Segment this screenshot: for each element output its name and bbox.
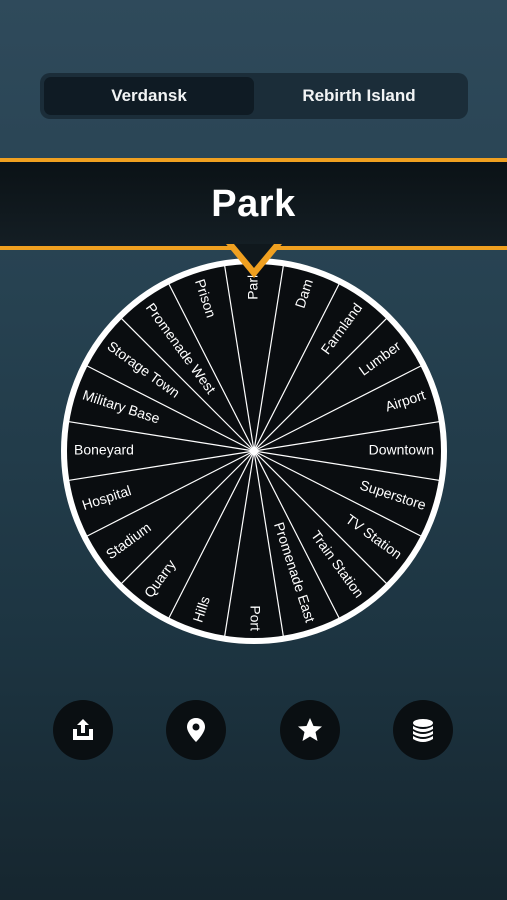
tab-rebirth-island[interactable]: Rebirth Island — [254, 77, 464, 115]
wheel-segment-label: Port — [247, 605, 263, 631]
share-button[interactable] — [53, 700, 113, 760]
star-icon — [298, 718, 322, 741]
wheel-segment-label: Downtown — [369, 442, 434, 458]
location-pin-icon — [187, 718, 205, 742]
spin-wheel[interactable]: Park DamFarmlandLumberAirportDowntownSupe… — [60, 257, 448, 645]
result-banner: Park — [0, 158, 507, 250]
coins-button[interactable] — [393, 700, 453, 760]
wheel-pointer — [226, 244, 282, 278]
tab-verdansk[interactable]: Verdansk — [44, 77, 254, 115]
favorites-button[interactable] — [280, 700, 340, 760]
wheel-hub — [250, 447, 258, 455]
location-button[interactable] — [166, 700, 226, 760]
share-icon — [73, 719, 93, 740]
map-selector: Verdansk Rebirth Island — [40, 73, 468, 119]
coin-stack-icon — [413, 719, 433, 742]
result-label: Park — [211, 182, 296, 225]
wheel-segment-label: Boneyard — [74, 442, 134, 458]
